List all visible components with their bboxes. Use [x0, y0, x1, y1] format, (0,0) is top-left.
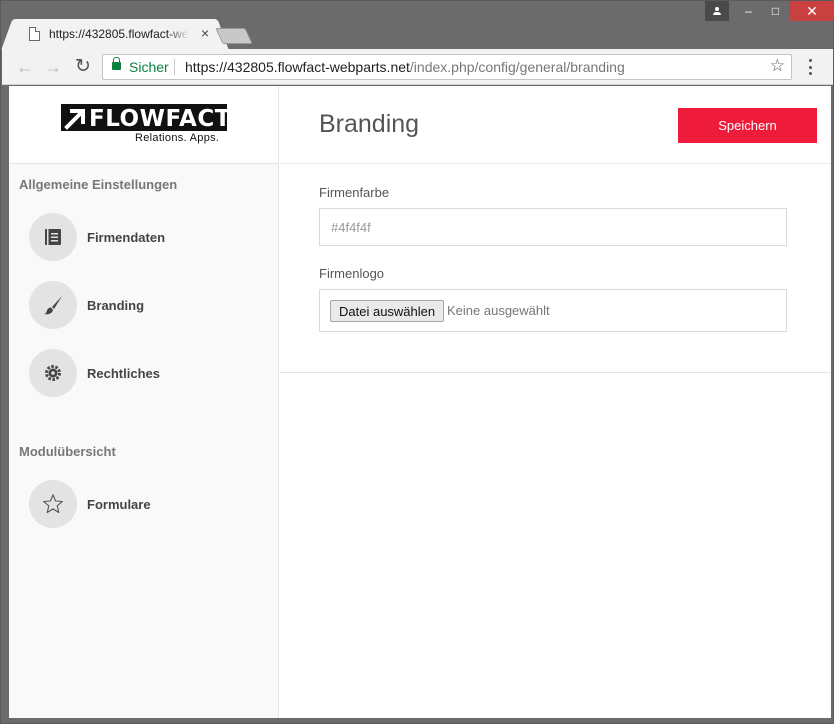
reload-icon[interactable]: ↻ [72, 56, 94, 78]
url-path: /index.php/config/general/branding [409, 59, 625, 75]
new-tab-button[interactable] [215, 28, 253, 44]
choose-file-button[interactable]: Datei auswählen [330, 300, 445, 322]
star-icon[interactable]: ☆ [770, 56, 785, 76]
sidebar-item-branding[interactable]: Branding [29, 281, 144, 329]
logo-area: FLOWFACT Relations. Apps. [9, 86, 278, 164]
main-panel: Branding Speichern Firmenfarbe Firmenlog… [280, 86, 831, 718]
branding-form: Firmenfarbe Firmenlogo Datei auswählen K… [280, 165, 831, 373]
company-logo-file-input: Datei auswählen Keine ausgewählt [319, 289, 787, 332]
browser-tab[interactable]: https://432805.flowfact-webparts.net/ind… [15, 19, 215, 49]
gear-icon [29, 349, 77, 397]
flowfact-logo[interactable]: FLOWFACT [61, 104, 230, 132]
page-content: FLOWFACT Relations. Apps. Allgemeine Ein… [9, 86, 831, 718]
logo-arrow-icon [64, 109, 85, 130]
section-title-modules: Modulübersicht [19, 444, 116, 459]
company-logo-label: Firmenlogo [319, 266, 385, 281]
star-outline-icon [29, 480, 77, 528]
section-title-general: Allgemeine Einstellungen [19, 177, 178, 192]
tab-close-icon[interactable]: × [201, 25, 209, 41]
sidebar-item-formulare[interactable]: Formulare [29, 480, 151, 528]
sidebar-item-label: Firmendaten [87, 229, 166, 245]
secure-label: Sicher [129, 59, 169, 75]
company-color-label: Firmenfarbe [319, 185, 390, 200]
lock-icon [112, 57, 121, 70]
window-controls: – □ ✕ [705, 1, 834, 21]
url-text[interactable]: https://432805.flowfact-webparts.net/ind… [185, 59, 625, 75]
company-color-input[interactable] [319, 208, 787, 246]
browser-window: https://432805.flowfact-webparts.net/ind… [0, 0, 834, 724]
sidebar-item-label: Branding [87, 297, 145, 313]
main-header: Branding Speichern [280, 86, 831, 164]
sidebar: FLOWFACT Relations. Apps. Allgemeine Ein… [9, 86, 279, 718]
file-status-text: Keine ausgewählt [447, 303, 550, 318]
arrow-right-icon[interactable]: → [42, 56, 64, 78]
tab-strip: https://432805.flowfact-webparts.net/ind… [1, 1, 834, 49]
minimize-button[interactable]: – [735, 1, 762, 21]
more-vert-icon[interactable] [802, 57, 818, 77]
sidebar-item-rechtliches[interactable]: Rechtliches [29, 349, 160, 397]
browser-toolbar: ← → ↻ Sicher https://432805.flowfact-web… [2, 49, 833, 85]
maximize-button[interactable]: □ [762, 1, 789, 21]
address-divider [174, 59, 175, 75]
user-icon[interactable] [705, 1, 729, 21]
save-button[interactable]: Speichern [678, 108, 817, 143]
brush-icon [29, 281, 77, 329]
close-window-button[interactable]: ✕ [789, 1, 834, 21]
sidebar-item-label: Rechtliches [87, 365, 160, 381]
book-icon [29, 213, 77, 261]
sidebar-item-label: Formulare [87, 496, 151, 512]
page-title: Branding [319, 110, 420, 138]
sidebar-item-firmendaten[interactable]: Firmendaten [29, 213, 165, 261]
url-host: https://432805.flowfact-webparts.net [185, 59, 410, 75]
tab-title: https://432805.flowfact-webparts.net/ind… [49, 27, 189, 41]
logo-text: FLOWFACT [89, 106, 231, 132]
logo-tagline: Relations. Apps. [135, 132, 220, 144]
arrow-left-icon[interactable]: ← [14, 56, 36, 78]
page-icon [29, 27, 40, 41]
address-bar[interactable]: Sicher https://432805.flowfact-webparts.… [102, 54, 792, 80]
